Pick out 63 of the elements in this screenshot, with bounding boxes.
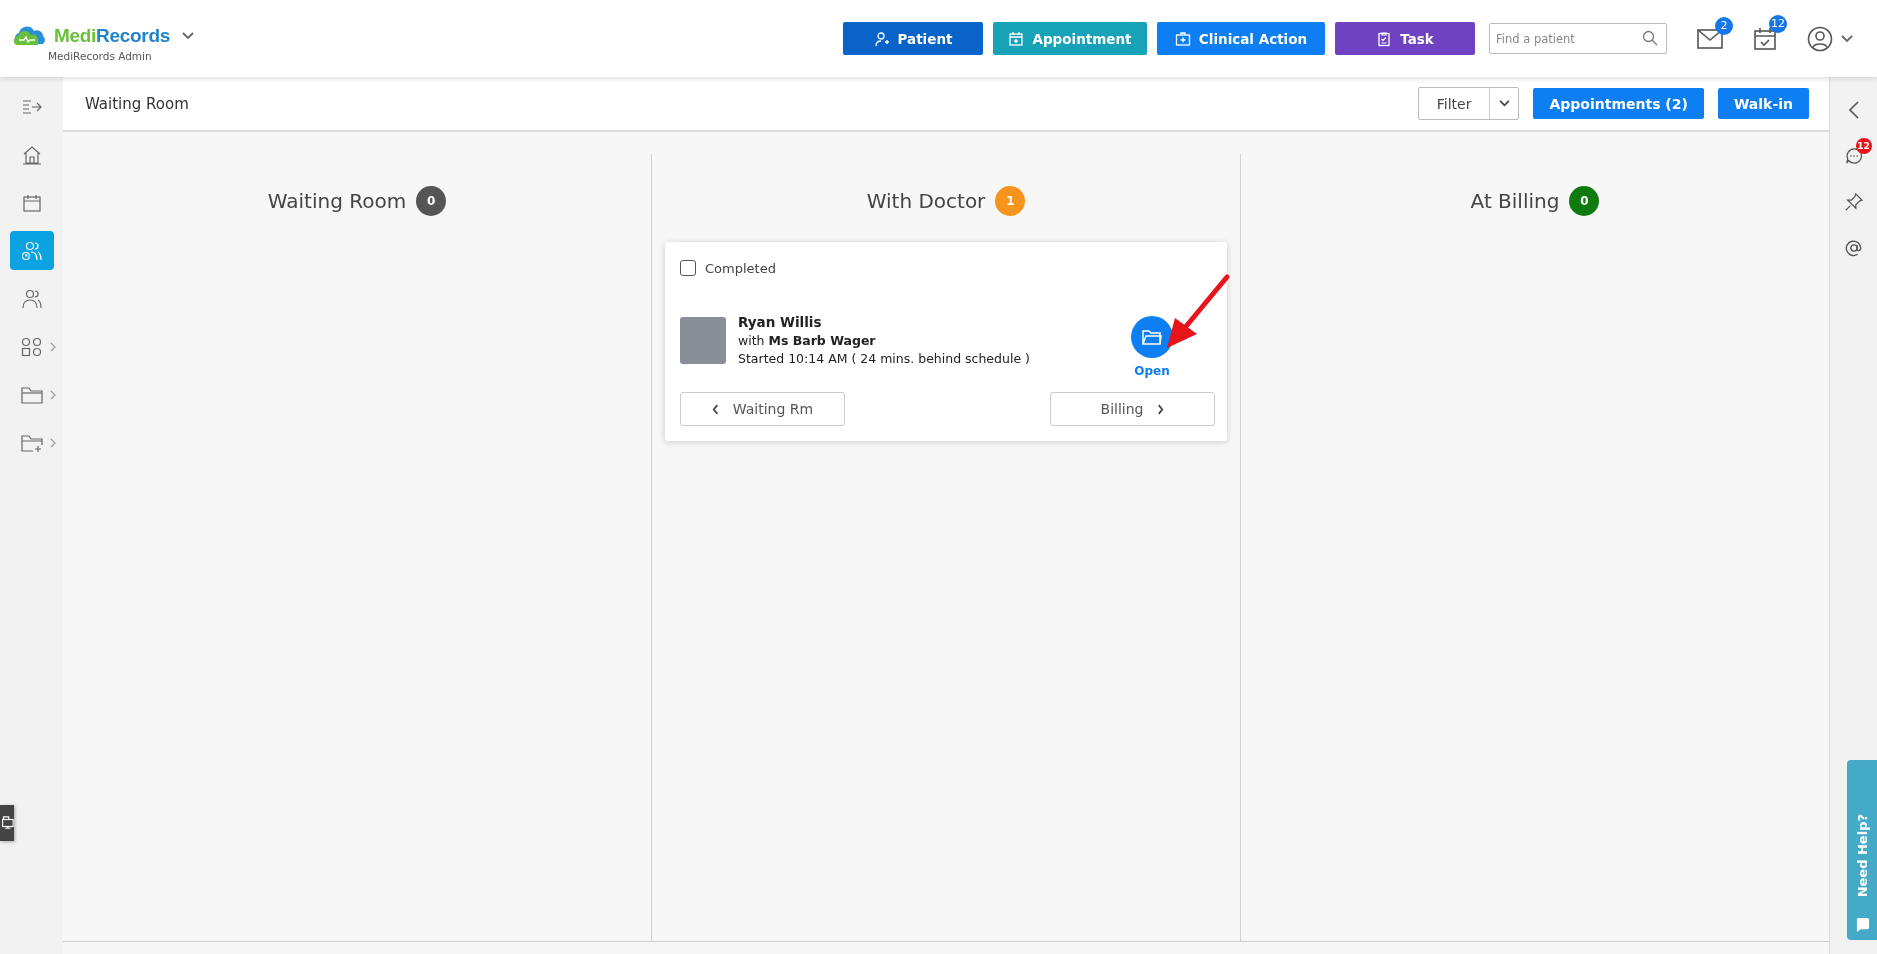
checkbox-label: Completed xyxy=(705,260,776,276)
sidebar-item[interactable] xyxy=(9,231,54,270)
count-badge: 0 xyxy=(1569,186,1600,216)
walk-in-button[interactable]: Walk-in xyxy=(1717,88,1809,119)
person-add-icon xyxy=(873,30,890,47)
shapes-icon xyxy=(20,336,43,357)
action-button[interactable]: Appointment xyxy=(993,22,1147,55)
notification-badge: 2 xyxy=(1715,16,1733,35)
user-avatar-icon[interactable] xyxy=(1807,25,1833,52)
photo-placeholder xyxy=(680,316,726,364)
clipboard-icon xyxy=(1376,30,1393,47)
expand-menu-icon xyxy=(21,98,42,115)
at-sign-icon[interactable] xyxy=(1844,239,1863,257)
search-icon xyxy=(1642,30,1658,46)
filter-dropdown[interactable]: Filter xyxy=(1417,87,1520,120)
start-time: Started 10:14 AM ( 24 mins. behind schedule ) xyxy=(738,351,1031,366)
column-title: Waiting Room xyxy=(267,189,407,213)
count-badge: 0 xyxy=(416,186,447,216)
action-button[interactable]: Clinical Action xyxy=(1157,22,1325,55)
open-link[interactable]: Open xyxy=(1134,364,1170,378)
calendar-icon xyxy=(21,192,42,213)
count-badge: 1 xyxy=(995,186,1026,216)
mail-icon[interactable] xyxy=(1697,28,1723,49)
chevron-down-icon[interactable] xyxy=(1841,34,1853,43)
doctor-line: with Ms Barb Wager xyxy=(738,333,877,348)
people-clock-icon xyxy=(20,239,43,262)
action-button[interactable]: Patient xyxy=(843,22,983,55)
chevron-right-icon xyxy=(49,438,56,448)
page-title: Waiting Room xyxy=(85,94,189,113)
organisation-name: MediRecords Admin xyxy=(48,49,153,62)
chevron-down-icon[interactable] xyxy=(182,31,195,40)
folder-icon xyxy=(1142,329,1162,345)
checkbox[interactable] xyxy=(680,260,696,276)
chevron-right-icon xyxy=(1157,403,1165,415)
medical-kit-icon xyxy=(1174,30,1191,47)
brand-name: MediRecords xyxy=(54,24,171,47)
open-folder-button[interactable] xyxy=(1131,316,1173,358)
search-field[interactable]: Find a patient xyxy=(1489,23,1667,54)
chevron-left-icon xyxy=(711,403,719,415)
caret-icon xyxy=(1498,100,1510,107)
column-title: With Doctor xyxy=(866,189,986,213)
move-back-button[interactable]: Waiting Rm xyxy=(680,392,845,426)
folder-icon xyxy=(20,385,43,404)
monitor-icon xyxy=(0,815,14,831)
chevron-right-icon xyxy=(49,342,56,352)
column-title: At Billing xyxy=(1470,189,1560,213)
folder-add-icon xyxy=(20,433,43,452)
collapse-icon[interactable] xyxy=(1848,101,1859,119)
action-button[interactable]: Task xyxy=(1335,22,1475,55)
move-forward-button[interactable]: Billing xyxy=(1050,392,1215,426)
chat-icon[interactable] xyxy=(1844,147,1863,165)
patient-name[interactable]: Ryan Willis xyxy=(738,314,1131,330)
notification-badge: 12 xyxy=(1855,138,1872,154)
notification-badge: 12 xyxy=(1769,14,1787,33)
chat-bubble-icon xyxy=(1854,917,1870,932)
appointments-button[interactable]: Appointments (2) xyxy=(1533,88,1704,119)
people-icon xyxy=(20,287,43,310)
screen-toggle-tab[interactable] xyxy=(0,805,14,841)
calendar-check-icon[interactable] xyxy=(1753,26,1777,51)
chevron-right-icon xyxy=(49,390,56,400)
calendar-add-icon xyxy=(1008,30,1025,47)
pin-icon[interactable] xyxy=(1844,193,1863,211)
home-icon xyxy=(21,144,42,165)
